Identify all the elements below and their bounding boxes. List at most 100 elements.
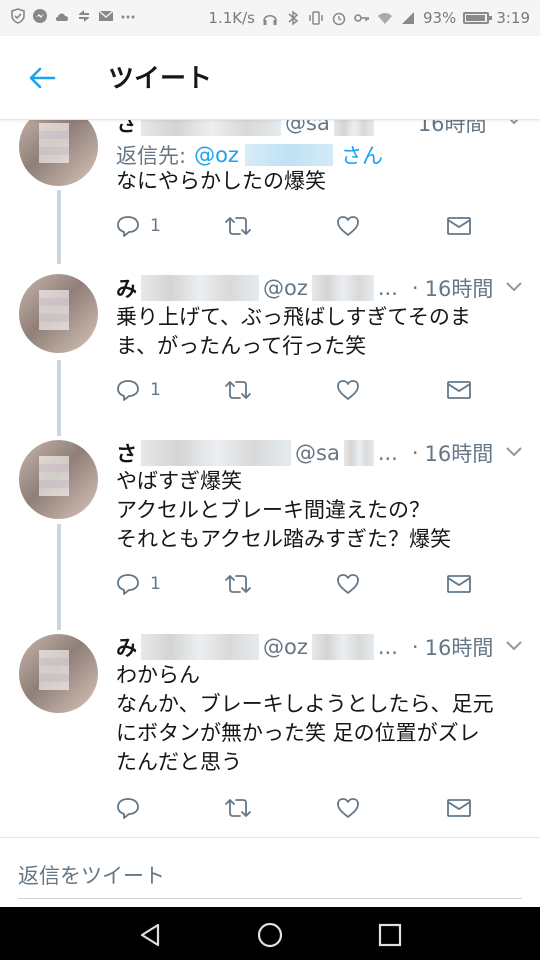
reply-icon [117,574,139,595]
reply-icon [117,216,139,237]
wifi-icon [377,13,392,24]
share-button[interactable] [446,375,472,405]
status-bar: 1.1K/s 93% 3:19 [0,0,540,36]
reply-count: 1 [150,574,161,594]
heart-icon [337,574,359,594]
timestamp[interactable]: 16時間 [425,438,494,468]
blurred-handle [343,440,374,466]
handle[interactable]: @oz [263,276,308,300]
retweet-button[interactable] [224,375,252,405]
like-button[interactable] [336,569,360,599]
retweet-button[interactable] [224,211,252,241]
handle-ellipsis: ... [377,635,398,659]
display-name[interactable]: さ [116,438,137,468]
headphones-icon [263,14,277,25]
tweet-line: それともアクセル踏みすぎた？爆笑 [116,527,451,551]
retweet-button[interactable] [224,793,252,823]
more-notifications-icon [121,15,135,19]
tweet-line: たんだと思う [116,750,242,774]
tweet-actions: 1 [116,211,496,241]
avatar[interactable] [19,274,98,353]
avatar[interactable] [19,634,98,713]
mail-share-icon [447,217,471,235]
arrow-left-icon [29,67,56,89]
reply-count: 1 [150,380,161,400]
tweet-text: やばすぎ爆笑 アクセルとブレーキ間違えたの？ それともアクセル踏みすぎた？爆笑 [116,467,526,554]
app-header: ツイート [0,36,540,120]
separator-dot: · [411,276,419,300]
share-button[interactable] [446,569,472,599]
separator-dot: · [411,441,419,465]
mail-icon [98,10,114,21]
display-name[interactable]: み [116,273,137,303]
retweet-icon [225,217,251,235]
status-icons-left [10,8,136,24]
heart-icon [337,216,359,236]
timestamp[interactable]: 16時間 [425,632,494,662]
blurred-name [141,275,259,301]
display-name[interactable]: み [116,632,137,662]
mail-share-icon [447,799,471,817]
handle[interactable]: @oz [263,635,308,659]
mail-share-icon [447,381,471,399]
separator-dot: · [411,635,419,659]
thread-line [57,360,61,436]
heart-icon [337,798,359,818]
vibrate-icon [309,11,323,25]
reply-to: 返信先: @oz さん [116,140,383,170]
tweet-line: アクセルとブレーキ間違えたの？ [116,498,430,522]
chevron-down-icon[interactable] [504,445,524,459]
network-speed: 1.1K/s [208,9,255,27]
battery-icon [463,12,493,24]
reply-to-label: 返信先: [116,144,187,168]
back-button[interactable] [22,60,62,96]
reply-button[interactable]: 1 [116,375,161,405]
retweet-icon [225,799,251,817]
tweet-line: なんか、ブレーキしようとしたら、足元 [116,692,494,716]
tweet-actions: 1 [116,569,496,599]
reply-input[interactable]: 返信をツイート [18,860,165,890]
tweet-actions [116,793,496,823]
alarm-icon [332,12,346,26]
tweet-line: なにやらかしたの爆笑 [116,169,326,193]
like-button[interactable] [336,793,360,823]
thread-line [57,190,61,264]
timestamp[interactable]: 16時間 [425,273,494,303]
blurred-handle [311,275,374,301]
page-title: ツイート [108,64,213,94]
handle[interactable]: @sa [295,441,340,465]
bluetooth-icon [288,10,299,26]
messenger-icon [33,9,47,23]
blurred-handle [311,634,374,660]
reply-button[interactable] [116,793,140,823]
reply-count: 1 [150,216,161,236]
reply-icon [117,798,139,819]
handle-ellipsis: ... [377,276,398,300]
blurred-reply-handle [244,144,333,166]
reply-to-suffix[interactable]: さん [341,140,383,170]
chevron-down-icon[interactable] [504,280,524,294]
tweet-line: やばすぎ爆笑 [116,469,242,493]
tweet-text: わからん なんか、ブレーキしようとしたら、足元 にボタンが無かった笑 足の位置が… [116,661,526,777]
like-button[interactable] [336,375,360,405]
mail-share-icon [447,575,471,593]
reply-composer[interactable]: 返信をツイート [0,837,540,907]
status-icons-right: 1.1K/s 93% 3:19 [208,8,530,28]
share-button[interactable] [446,211,472,241]
reply-button[interactable]: 1 [116,569,161,599]
reply-button[interactable]: 1 [116,211,161,241]
retweet-button[interactable] [224,569,252,599]
tweet-line: 乗り上げて、ぶっ飛ばしすぎてそのま [116,305,471,329]
input-underline [18,898,522,899]
nav-recents-icon[interactable] [376,921,404,949]
nav-back-icon[interactable] [136,921,164,949]
avatar[interactable] [19,440,98,519]
blurred-name [141,440,291,466]
nav-home-icon[interactable] [256,921,284,949]
chevron-down-icon[interactable] [504,639,524,653]
like-button[interactable] [336,211,360,241]
key-icon [354,14,369,22]
share-button[interactable] [446,793,472,823]
reply-to-handle[interactable]: @oz [194,143,239,167]
sync-icon [79,10,89,22]
